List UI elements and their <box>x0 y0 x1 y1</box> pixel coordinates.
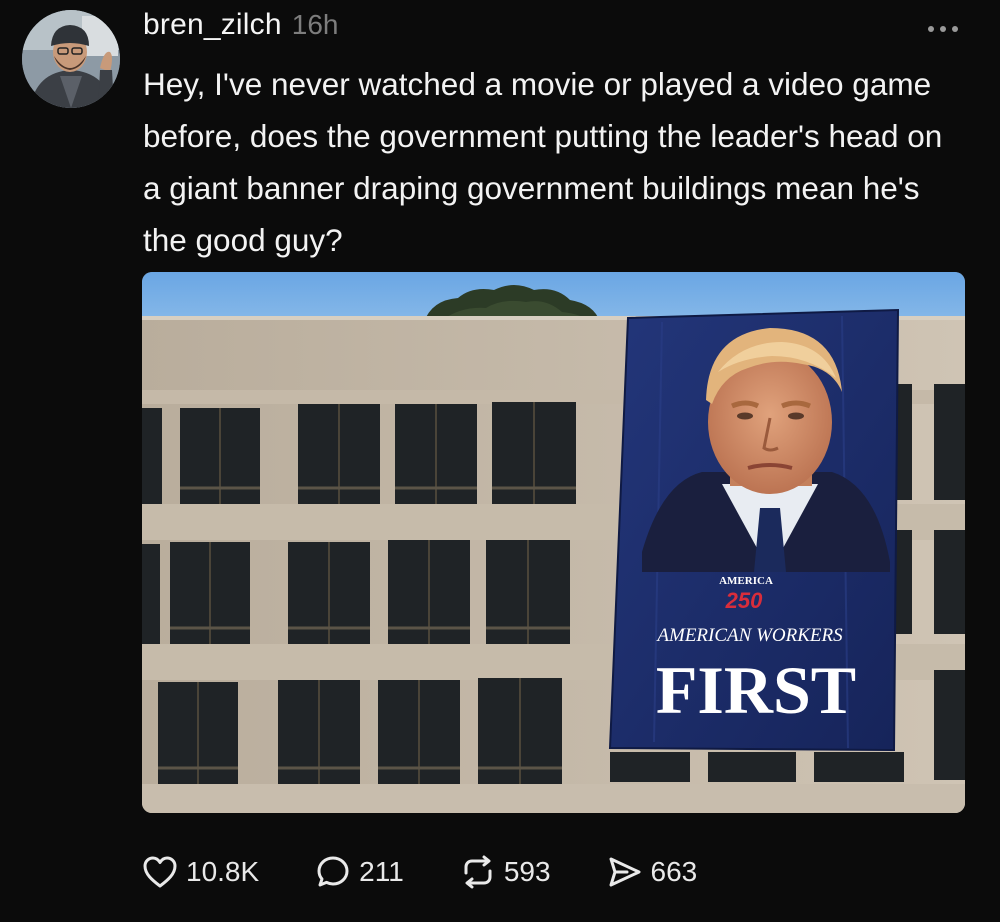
heart-icon <box>143 856 177 888</box>
username[interactable]: bren_zilch <box>143 8 282 42</box>
banner-text-subtitle: AMERICAN WORKERS <box>655 625 843 646</box>
like-button[interactable]: 10.8K <box>142 855 259 889</box>
share-count: 663 <box>650 856 698 887</box>
action-bar: 10.8K 211 593 663 <box>142 846 697 898</box>
banner-text-title: FIRST <box>656 652 856 728</box>
post-text: Hey, I've never watched a movie or playe… <box>143 66 943 258</box>
dot <box>928 26 934 32</box>
repost-button[interactable]: 593 <box>460 855 551 889</box>
comment-icon <box>317 856 349 887</box>
post-header: bren_zilch 16h <box>143 8 338 48</box>
more-options-icon[interactable] <box>928 24 972 34</box>
avatar-image <box>22 10 120 108</box>
reply-button[interactable]: 211 <box>315 854 404 890</box>
send-icon <box>609 857 641 887</box>
like-count: 10.8K <box>186 856 260 887</box>
banner-text-250: 250 <box>725 588 763 613</box>
dot <box>952 26 958 32</box>
banner-text-america: AMERICA <box>719 575 773 587</box>
timestamp: 16h <box>291 9 339 40</box>
repost-count: 593 <box>503 856 551 887</box>
building-banner-photo: AMERICA 250 AMERICAN WORKERS FIRST <box>142 272 965 813</box>
dot <box>940 26 946 32</box>
avatar[interactable] <box>22 10 120 108</box>
share-button[interactable]: 663 <box>607 855 698 889</box>
post: bren_zilch 16h Hey, I've never watched a… <box>0 0 1000 922</box>
post-image[interactable]: AMERICA 250 AMERICAN WORKERS FIRST <box>142 272 965 813</box>
repost-icon <box>464 855 492 889</box>
reply-count: 211 <box>359 856 404 887</box>
